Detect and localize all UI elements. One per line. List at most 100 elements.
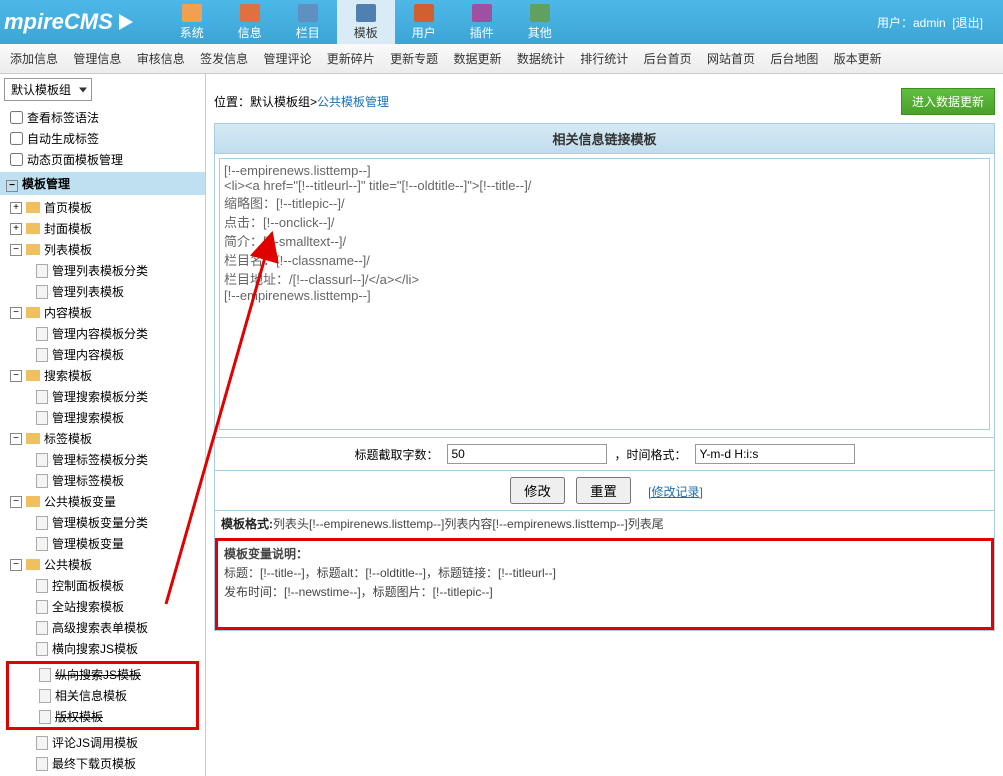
subnav-item[interactable]: 数据更新 — [454, 52, 502, 66]
tree-branch[interactable]: +首页模板 — [6, 197, 199, 218]
tree-leaf[interactable]: 管理标签模板分类 — [6, 449, 199, 470]
menu-system[interactable]: 系统 — [163, 0, 221, 44]
file-icon — [36, 621, 48, 635]
subnav-item[interactable]: 管理评论 — [263, 52, 311, 66]
subnav-item[interactable]: 后台地图 — [770, 52, 818, 66]
file-icon — [39, 689, 51, 703]
content: 位置： 默认模板组 > 公共模板管理 进入数据更新 相关信息链接模板 标题截取字… — [206, 74, 1003, 776]
time-format-input[interactable] — [695, 444, 855, 464]
tree-leaf[interactable]: 纵向搜索JS模板 — [9, 664, 196, 685]
tree-leaf[interactable]: 高级搜索表单模板 — [6, 617, 199, 638]
tree-leaf[interactable]: 管理标签模板 — [6, 470, 199, 491]
template-code-textarea[interactable] — [219, 158, 990, 430]
subnav-item[interactable]: 更新专题 — [390, 52, 438, 66]
folder-icon — [26, 370, 40, 381]
column-icon — [298, 4, 318, 22]
tree-branch[interactable]: +封面模板 — [6, 218, 199, 239]
tree-leaf[interactable]: 管理模板变量 — [6, 533, 199, 554]
folder-icon — [26, 496, 40, 507]
plugin-icon — [472, 4, 492, 22]
subnav-item[interactable]: 审核信息 — [137, 52, 185, 66]
file-icon — [36, 327, 48, 341]
file-icon — [36, 757, 48, 771]
user-info: 用户：admin [退出] — [877, 14, 983, 31]
chevron-right-icon: > — [310, 95, 317, 109]
modify-button[interactable]: 修改 — [510, 477, 565, 504]
update-data-button[interactable]: 进入数据更新 — [901, 88, 995, 115]
label-chars: 标题截取字数： — [354, 446, 438, 463]
file-icon — [36, 736, 48, 750]
tree-body: +首页模板 +封面模板 −列表模板 管理列表模板分类 管理列表模板 −内容模板 … — [0, 195, 205, 776]
menu-other[interactable]: 其他 — [511, 0, 569, 44]
tree-branch[interactable]: −搜索模板 — [6, 365, 199, 386]
subnav-item[interactable]: 管理信息 — [73, 52, 121, 66]
menu-column[interactable]: 栏目 — [279, 0, 337, 44]
top-bar: mpireCMS 系统 信息 栏目 模板 用户 插件 其他 用户：admin [… — [0, 0, 1003, 44]
checkbox[interactable] — [10, 132, 23, 145]
tree-section-head[interactable]: −模板管理 — [0, 172, 205, 195]
subnav-item[interactable]: 网站首页 — [707, 52, 755, 66]
tree-item[interactable]: 查看标签语法 — [6, 107, 199, 128]
tree-leaf[interactable]: 最终下载页模板 — [6, 753, 199, 774]
folder-icon — [26, 307, 40, 318]
title-chars-input[interactable] — [447, 444, 607, 464]
subnav-item[interactable]: 添加信息 — [10, 52, 58, 66]
subnav-item[interactable]: 更新碎片 — [327, 52, 375, 66]
file-icon — [36, 390, 48, 404]
history-link[interactable]: [修改记录] — [648, 485, 703, 499]
tree-branch[interactable]: −标签模板 — [6, 428, 199, 449]
file-icon — [39, 710, 51, 724]
minus-icon: − — [10, 244, 22, 256]
file-icon — [36, 285, 48, 299]
form-row: 标题截取字数： ，时间格式： — [215, 437, 994, 470]
tree-leaf[interactable]: 管理搜索模板分类 — [6, 386, 199, 407]
subnav-item[interactable]: 排行统计 — [580, 52, 628, 66]
tree-branch[interactable]: −内容模板 — [6, 302, 199, 323]
breadcrumb: 位置： 默认模板组 > 公共模板管理 进入数据更新 — [214, 84, 995, 123]
file-icon — [36, 516, 48, 530]
checkbox[interactable] — [10, 153, 23, 166]
subnav-item[interactable]: 签发信息 — [200, 52, 248, 66]
breadcrumb-link[interactable]: 公共模板管理 — [317, 93, 389, 110]
menu-plugin[interactable]: 插件 — [453, 0, 511, 44]
subnav-item[interactable]: 版本更新 — [834, 52, 882, 66]
tree-branch[interactable]: −公共模板 — [6, 554, 199, 575]
file-icon — [39, 668, 51, 682]
minus-icon: − — [10, 370, 22, 382]
username: admin — [913, 16, 946, 30]
tree-leaf[interactable]: 管理列表模板分类 — [6, 260, 199, 281]
tree-leaf[interactable]: 控制面板模板 — [6, 575, 199, 596]
annotation-vars-box: 模板变量说明： 标题：[!--title--]，标题alt：[!--oldtit… — [215, 538, 994, 630]
menu-template[interactable]: 模板 — [337, 0, 395, 44]
tree-branch[interactable]: −公共模板变量 — [6, 491, 199, 512]
minus-icon: − — [10, 559, 22, 571]
tree-leaf[interactable]: 管理模板变量分类 — [6, 512, 199, 533]
tree-leaf[interactable]: 横向搜索JS模板 — [6, 638, 199, 659]
tree-leaf[interactable]: 评论JS调用模板 — [6, 732, 199, 753]
minus-icon: − — [10, 307, 22, 319]
subnav-item[interactable]: 数据统计 — [517, 52, 565, 66]
menu-info[interactable]: 信息 — [221, 0, 279, 44]
format-info: 模板格式:列表头[!--empirenews.listtemp--]列表内容[!… — [215, 510, 994, 536]
tree-branch[interactable]: −列表模板 — [6, 239, 199, 260]
tree-leaf-related-info[interactable]: 相关信息模板 — [9, 685, 196, 706]
folder-icon — [26, 223, 40, 234]
minus-icon: − — [6, 180, 18, 192]
checkbox[interactable] — [10, 111, 23, 124]
tree-leaf[interactable]: 管理列表模板 — [6, 281, 199, 302]
sub-nav: 添加信息 管理信息 审核信息 签发信息 管理评论 更新碎片 更新专题 数据更新 … — [0, 44, 1003, 74]
tree-leaf[interactable]: 管理内容模板 — [6, 344, 199, 365]
folder-icon — [26, 244, 40, 255]
reset-button[interactable]: 重置 — [576, 477, 631, 504]
template-group-select[interactable]: 默认模板组 — [4, 78, 92, 101]
tree-leaf[interactable]: 全站搜索模板 — [6, 596, 199, 617]
subnav-item[interactable]: 后台首页 — [644, 52, 692, 66]
tree-leaf[interactable]: 管理搜索模板 — [6, 407, 199, 428]
tree-item[interactable]: 自动生成标签 — [6, 128, 199, 149]
menu-user[interactable]: 用户 — [395, 0, 453, 44]
tree-leaf[interactable]: 版权模板 — [9, 706, 196, 727]
tree-leaf[interactable]: 管理内容模板分类 — [6, 323, 199, 344]
logout-link[interactable]: [退出] — [952, 16, 983, 30]
file-icon — [36, 642, 48, 656]
tree-item[interactable]: 动态页面模板管理 — [6, 149, 199, 170]
